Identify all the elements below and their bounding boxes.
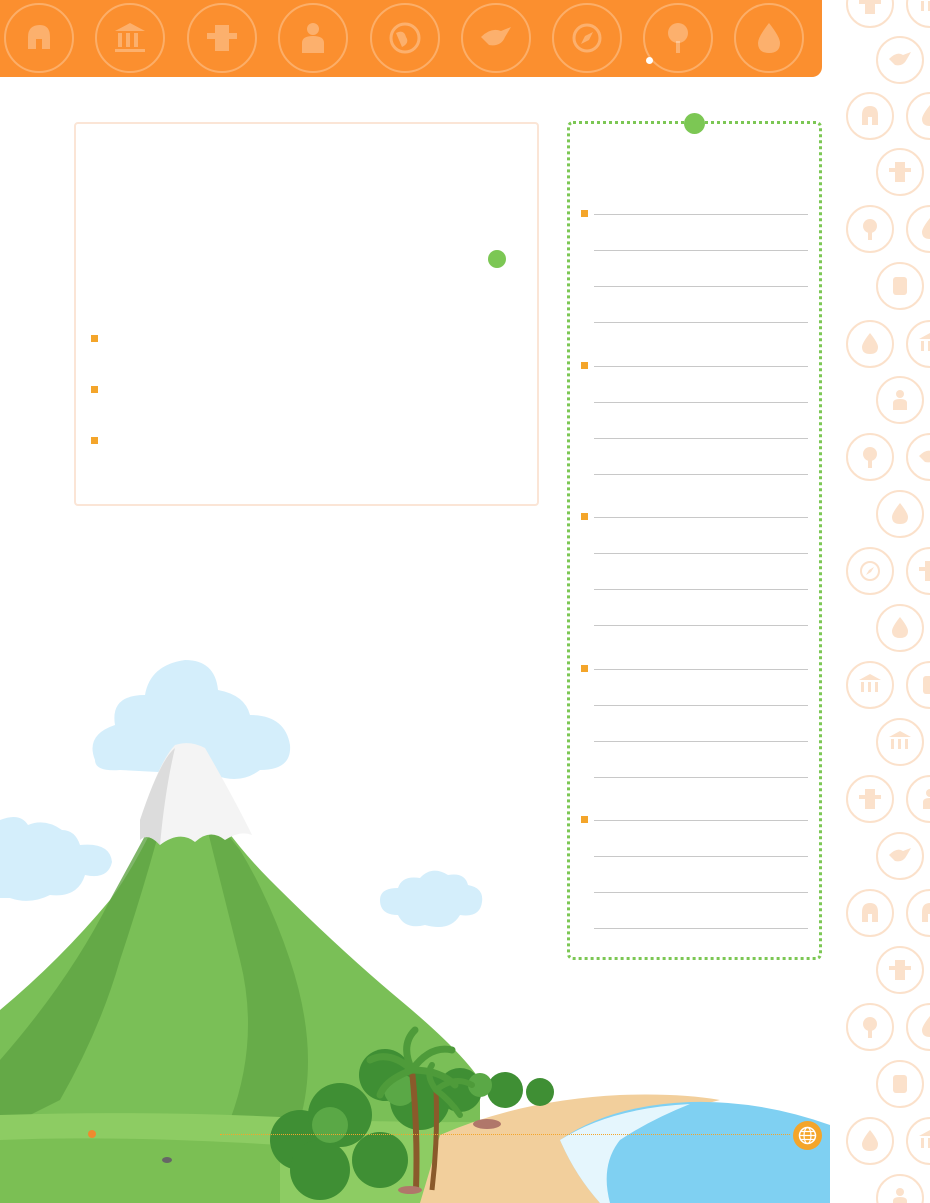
header-banner bbox=[0, 0, 822, 77]
helmet-icon bbox=[4, 3, 74, 73]
tree-icon bbox=[643, 3, 713, 73]
accent-dot bbox=[488, 250, 506, 268]
writing-line[interactable] bbox=[594, 286, 808, 287]
drop-icon bbox=[876, 490, 924, 538]
compass-icon bbox=[846, 547, 894, 595]
museum-icon bbox=[95, 3, 165, 73]
bullet-square-icon bbox=[91, 335, 98, 342]
accent-dot bbox=[684, 113, 705, 134]
bullet-item bbox=[91, 382, 511, 398]
drop-icon bbox=[906, 205, 930, 253]
bullet-item bbox=[91, 433, 511, 449]
writing-line[interactable] bbox=[594, 474, 808, 475]
bullet-item bbox=[91, 331, 511, 347]
writing-line[interactable] bbox=[594, 214, 808, 215]
compass-icon bbox=[552, 3, 622, 73]
bird-icon bbox=[906, 433, 930, 481]
scroll-icon bbox=[876, 262, 924, 310]
bullet-square-icon bbox=[91, 386, 98, 393]
totem-icon bbox=[846, 0, 894, 28]
writing-line[interactable] bbox=[594, 250, 808, 251]
bird-icon bbox=[461, 3, 531, 73]
bullet-square-icon bbox=[581, 513, 588, 520]
globe-icon bbox=[793, 1121, 822, 1150]
drop-icon bbox=[906, 92, 930, 140]
person-icon bbox=[278, 3, 348, 73]
drop-icon bbox=[846, 320, 894, 368]
bullet-square-icon bbox=[581, 210, 588, 217]
banner-dot bbox=[646, 57, 653, 64]
museum-icon bbox=[906, 0, 930, 28]
person-icon bbox=[876, 376, 924, 424]
writing-line[interactable] bbox=[594, 589, 808, 590]
writing-line[interactable] bbox=[594, 517, 808, 518]
writing-line[interactable] bbox=[594, 553, 808, 554]
totem-icon bbox=[906, 547, 930, 595]
tree-icon bbox=[846, 205, 894, 253]
writing-line[interactable] bbox=[594, 625, 808, 626]
bullet-square-icon bbox=[91, 437, 98, 444]
bullet-square-icon bbox=[581, 362, 588, 369]
helmet-icon bbox=[846, 92, 894, 140]
box-title bbox=[94, 144, 514, 164]
writing-line[interactable] bbox=[594, 366, 808, 367]
totem-icon bbox=[187, 3, 257, 73]
totem-icon bbox=[876, 148, 924, 196]
volcano-island-illustration bbox=[0, 660, 830, 1203]
writing-line[interactable] bbox=[594, 438, 808, 439]
timeline-line bbox=[220, 1134, 790, 1135]
writing-line[interactable] bbox=[594, 322, 808, 323]
globe-icon bbox=[370, 3, 440, 73]
writing-line[interactable] bbox=[594, 402, 808, 403]
timeline-dot bbox=[88, 1130, 96, 1138]
bird-icon bbox=[876, 36, 924, 84]
drop-icon bbox=[734, 3, 804, 73]
tree-icon bbox=[846, 433, 894, 481]
museum-icon bbox=[906, 320, 930, 368]
